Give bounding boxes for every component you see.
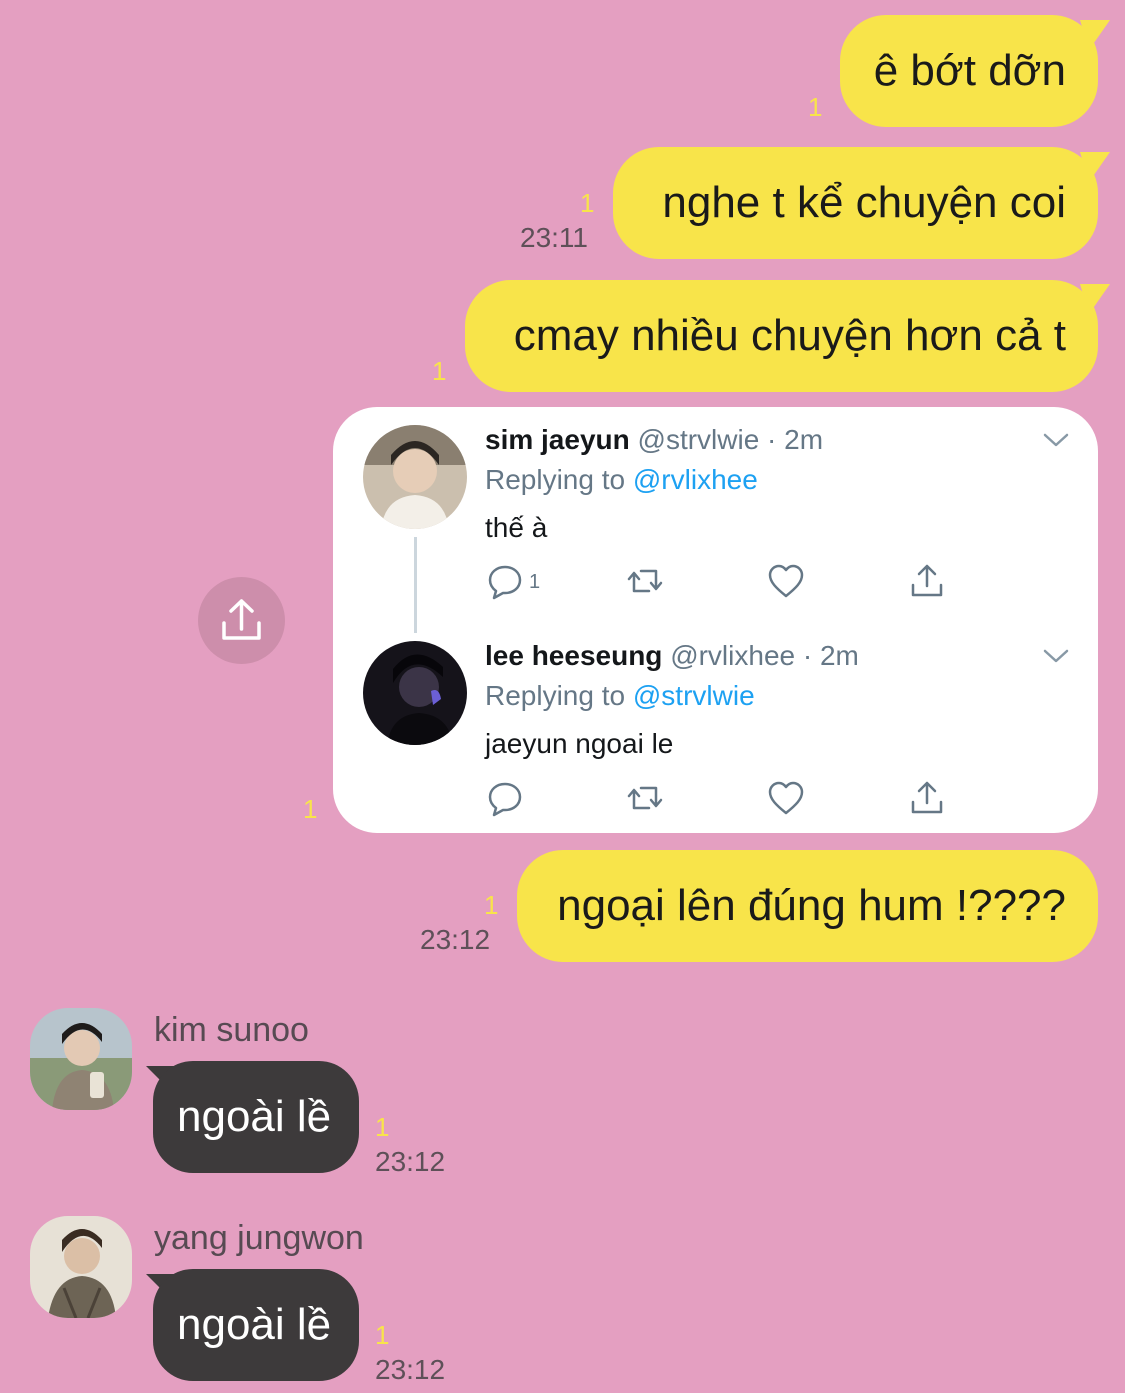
avatar-photo-icon [363,641,467,745]
like-icon[interactable] [766,561,806,601]
mention-link[interactable]: @strvlwie [633,680,755,711]
tweet-screenshot-card[interactable]: sim jaeyun @strvlwie · 2m Replying to @r… [333,407,1098,833]
replying-prefix: Replying to [485,464,633,495]
avatar[interactable] [30,1008,132,1110]
display-name: lee heeseung [485,640,663,671]
sender-name: kim sunoo [154,1011,309,1049]
reply-count: 1 [529,571,541,593]
avatar-photo-icon [30,1216,132,1318]
retweet-icon[interactable] [625,778,665,818]
avatar-photo-icon [363,425,467,529]
outgoing-message[interactable]: nghe t kể chuyện coi [613,147,1098,259]
unread-count: 1 [303,794,318,824]
unread-count: 1 [375,1320,390,1350]
reply-icon[interactable] [485,778,525,818]
message-text: ê bớt dỡn [873,46,1066,95]
unread-count: 1 [484,890,499,920]
tweet-text: thế à [485,512,548,543]
unread-count: 1 [580,188,595,218]
retweet-icon[interactable] [625,561,665,601]
display-name: sim jaeyun [485,424,630,455]
tweet-author[interactable]: lee heeseung @rvlixhee · 2m [485,639,859,673]
like-icon[interactable] [766,778,806,818]
incoming-message[interactable]: ngoài lề [153,1269,359,1381]
tweet-author[interactable]: sim jaeyun @strvlwie · 2m [485,423,823,457]
message-time: 23:12 [375,1354,446,1385]
avatar [363,641,467,745]
tweet-text: jaeyun ngoai le [485,728,674,759]
reply-icon[interactable] [485,561,525,601]
outgoing-message[interactable]: ngoại lên đúng hum !???? [517,850,1098,962]
thread-line [414,537,417,633]
avatar [363,425,467,529]
unread-count: 1 [375,1112,390,1142]
message-time: 23:11 [520,222,588,253]
avatar[interactable] [30,1216,132,1318]
chevron-down-icon[interactable] [1042,647,1070,665]
chat-screen: { "messages_out": [ {"text": "ê bớt dỡn"… [0,0,1125,1393]
message-text: cmay nhiều chuyện hơn cả t [513,311,1066,360]
message-text: nghe t kể chuyện coi [662,178,1066,227]
avatar-photo-icon [30,1008,132,1110]
mention-link[interactable]: @rvlixhee [633,464,758,495]
message-text: ngoại lên đúng hum !???? [557,881,1066,930]
message-text: ngoài lề [177,1300,332,1349]
outgoing-message[interactable]: cmay nhiều chuyện hơn cả t [465,280,1098,392]
handle: @strvlwie · 2m [637,424,824,455]
handle: @rvlixhee · 2m [670,640,859,671]
share-button[interactable] [198,577,285,664]
share-icon[interactable] [907,778,947,818]
chevron-down-icon[interactable] [1042,431,1070,449]
message-text: ngoài lề [177,1092,332,1141]
replying-prefix: Replying to [485,680,633,711]
message-time: 23:12 [375,1146,446,1177]
incoming-message[interactable]: ngoài lề [153,1061,359,1173]
replying-to: Replying to @rvlixhee [485,463,758,497]
outgoing-message[interactable]: ê bớt dỡn [840,15,1098,127]
share-icon[interactable] [907,561,947,601]
unread-count: 1 [432,356,447,386]
share-icon [222,599,261,640]
sender-name: yang jungwon [154,1219,364,1257]
unread-count: 1 [808,92,823,122]
message-time: 23:12 [420,924,491,955]
replying-to: Replying to @strvlwie [485,679,755,713]
